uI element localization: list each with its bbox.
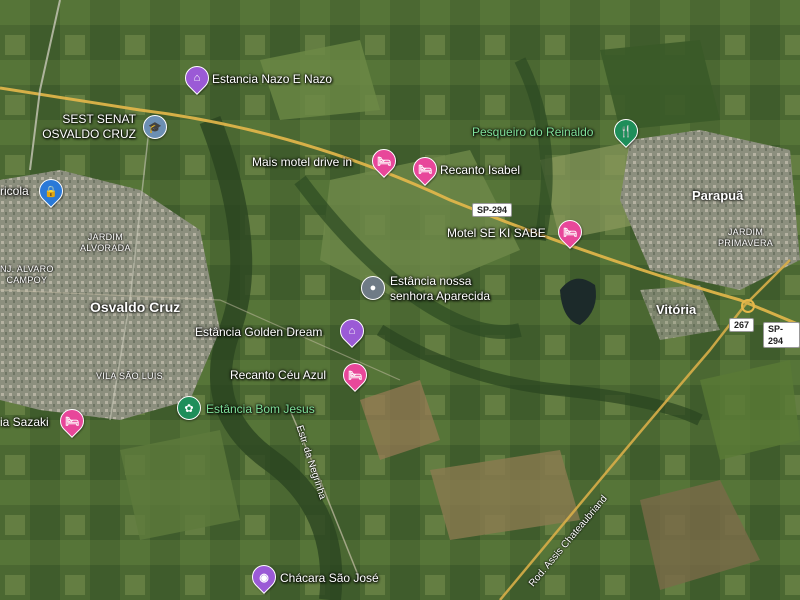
chacara-label[interactable]: Chácara São José [280,571,379,585]
estancia-nazo-label[interactable]: Estancia Nazo E Nazo [212,72,332,86]
recanto-isabel-label[interactable]: Recanto Isabel [440,163,520,177]
flower-icon: ✿ [184,402,194,415]
town-vitoria: Vitória [656,302,697,317]
bed-icon: 🛏 [348,369,362,382]
map-view[interactable]: ⌂ Estancia Nazo E Nazo 🎓 SEST SENAT OSVA… [0,0,800,600]
estancia-bom-jesus-marker[interactable]: ✿ [177,396,201,420]
bed-icon: 🛏 [563,226,577,239]
hood-jardim-primavera: JARDIM PRIMAVERA [718,227,774,248]
agricola-label[interactable]: ricola [0,184,29,198]
location-pin-icon: ● [369,282,377,294]
hood-nj-alvaro: NJ. ALVARO CAMPOY [0,264,54,285]
town-parapua: Parapuã [692,188,744,203]
sest-senat-marker[interactable]: 🎓 [143,115,167,139]
bed-icon: 🛏 [377,155,391,168]
sest-senat-label[interactable]: SEST SENAT OSVALDO CRUZ [40,112,136,142]
sazaki-label[interactable]: ia Sazaki [0,415,49,429]
building-icon: ⌂ [348,325,356,337]
town-osvaldo-cruz: Osvaldo Cruz [90,299,181,315]
restaurant-icon: 🍴 [619,125,633,138]
estancia-nossa-marker[interactable]: ● [361,276,385,300]
estancia-bom-jesus-label[interactable]: Estância Bom Jesus [206,402,315,416]
pesqueiro-label[interactable]: Pesqueiro do Reinaldo [472,125,593,139]
recanto-ceu-label[interactable]: Recanto Céu Azul [230,368,326,382]
hood-vila-sao-luis: VILA SÃO LUIS [96,371,163,381]
lock-icon: 🔒 [44,185,58,198]
motel-se-ki-sabe-label[interactable]: Motel SE KI SABE [447,226,546,240]
camera-icon: ◉ [259,571,269,584]
bed-icon: 🛏 [418,163,432,176]
hood-jardim-alvorada: JARDIM ALVORADA [80,232,131,253]
estancia-nossa-label[interactable]: Estância nossa senhora Aparecida [390,274,490,304]
road-shield-267: 267 [729,318,755,332]
graduation-cap-icon: 🎓 [148,121,162,134]
mais-motel-label[interactable]: Mais motel drive in [252,155,352,169]
road-shield-sp294: SP-294 [472,203,513,217]
estancia-golden-label[interactable]: Estância Golden Dream [195,325,322,339]
road-shield-sp294-east: SP-294 [763,322,800,348]
building-icon: ⌂ [193,72,201,84]
bed-icon: 🛏 [65,415,79,428]
